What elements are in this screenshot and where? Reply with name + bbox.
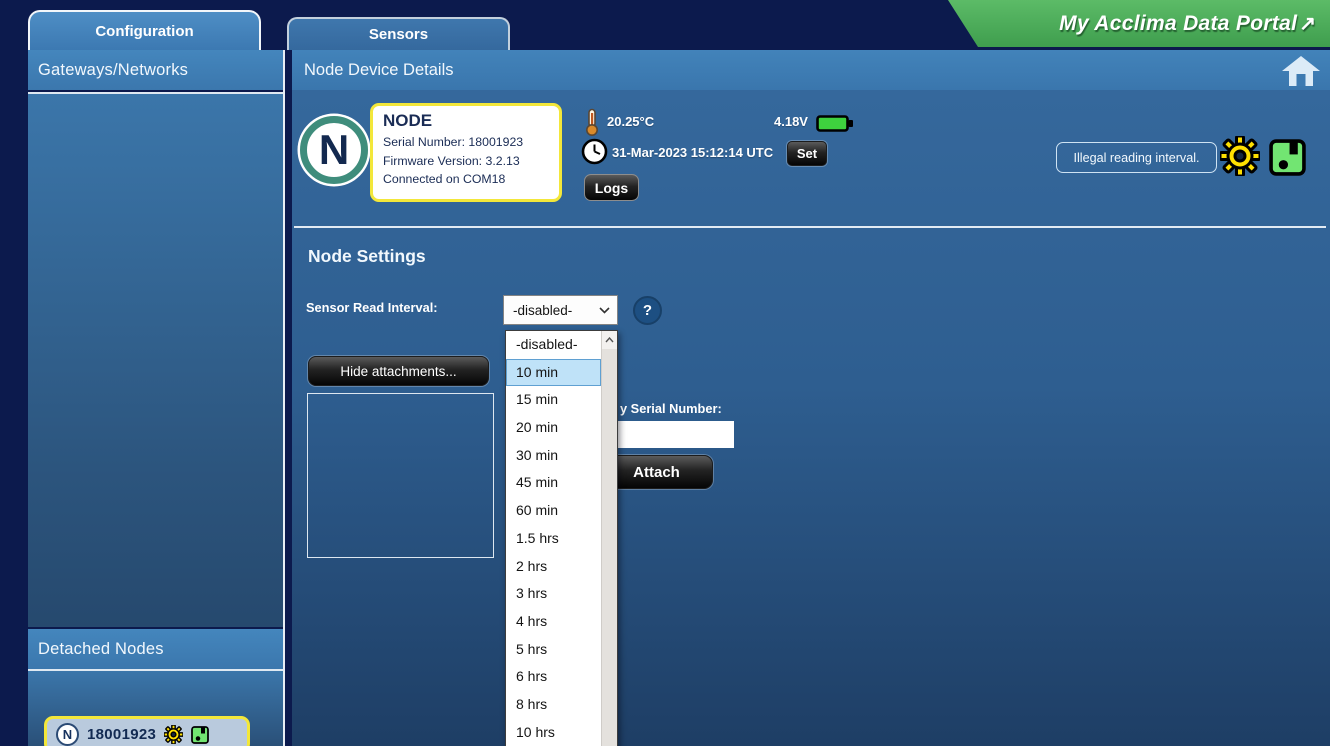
serial-number-label: y Serial Number:	[620, 401, 722, 416]
node-settings-title: Node Settings	[308, 246, 426, 267]
interval-option[interactable]: 1.5 hrs	[506, 525, 601, 553]
interval-dropdown-list: -disabled- 10 min 15 min 20 min 30 min 4…	[505, 330, 618, 749]
logs-button-label: Logs	[595, 180, 628, 196]
scrollbar-up-arrow-icon[interactable]	[602, 331, 617, 349]
node-save-icon[interactable]	[191, 726, 209, 744]
settings-gear-icon[interactable]	[1220, 136, 1260, 176]
detached-nodes-header: Detached Nodes	[28, 629, 283, 669]
tab-configuration-label: Configuration	[95, 23, 193, 40]
node-connection-line: Connected on COM18	[383, 170, 549, 189]
interval-option[interactable]: 20 min	[506, 414, 601, 442]
device-datetime: 31-Mar-2023 15:12:14 UTC	[612, 145, 773, 160]
dropdown-scrollbar[interactable]	[601, 331, 617, 749]
voltage-value: 4.18V	[774, 114, 808, 129]
brand-title: My Acclima Data Portal	[1059, 12, 1297, 36]
gateways-networks-header: Gateways/Networks	[28, 50, 283, 90]
save-icon[interactable]	[1269, 139, 1306, 176]
home-icon[interactable]	[1280, 55, 1322, 87]
node-name: NODE	[383, 111, 549, 131]
section-divider	[294, 226, 1326, 228]
temperature-value: 20.25°C	[607, 114, 654, 129]
interval-option[interactable]: 4 hrs	[506, 608, 601, 636]
node-logo-icon: N	[56, 723, 79, 746]
node-info-box: NODE Serial Number: 18001923 Firmware Ve…	[370, 103, 562, 202]
set-time-button[interactable]: Set	[787, 141, 827, 166]
interval-option[interactable]: 45 min	[506, 469, 601, 497]
interval-option[interactable]: 5 hrs	[506, 636, 601, 664]
node-logo-large-icon: N	[300, 116, 368, 184]
hide-attachments-label: Hide attachments...	[340, 364, 456, 379]
interval-option[interactable]: 3 hrs	[506, 580, 601, 608]
interval-option[interactable]: 10 hrs	[506, 719, 601, 747]
thermometer-icon	[584, 108, 600, 136]
detached-nodes-label: Detached Nodes	[38, 640, 164, 658]
gateways-networks-list[interactable]	[28, 92, 283, 627]
interval-option[interactable]: 60 min	[506, 497, 601, 525]
tab-sensors-label: Sensors	[369, 26, 428, 43]
brand-banner[interactable]: My Acclima Data Portal ↗	[948, 0, 1330, 47]
interval-option-highlighted[interactable]: 10 min	[506, 359, 601, 387]
detached-node-serial: 18001923	[87, 726, 156, 743]
main-body: N NODE Serial Number: 18001923 Firmware …	[292, 90, 1330, 746]
node-serial-line: Serial Number: 18001923	[383, 133, 549, 152]
external-link-arrow-icon: ↗	[1299, 11, 1316, 36]
interval-options: -disabled- 10 min 15 min 20 min 30 min 4…	[506, 331, 601, 749]
tab-sensors[interactable]: Sensors	[287, 17, 510, 50]
node-logo-letter: N	[319, 126, 349, 174]
sidebar: Gateways/Networks Detached Nodes N 18001…	[28, 50, 285, 746]
attach-button-label: Attach	[633, 464, 680, 481]
chevron-down-icon	[599, 307, 610, 314]
interval-option[interactable]: 6 hrs	[506, 663, 601, 691]
status-badge: Illegal reading interval.	[1056, 142, 1217, 173]
set-button-label: Set	[797, 146, 817, 161]
status-message: Illegal reading interval.	[1073, 151, 1199, 165]
help-icon[interactable]: ?	[633, 296, 662, 325]
detached-node-item[interactable]: N 18001923	[44, 716, 250, 749]
interval-option[interactable]: 30 min	[506, 442, 601, 470]
clock-icon	[581, 138, 608, 165]
sensor-read-interval-label: Sensor Read Interval:	[306, 300, 438, 315]
selected-interval-value: -disabled-	[513, 303, 572, 318]
attachments-list-box	[307, 393, 494, 558]
detached-nodes-list: N 18001923	[28, 669, 283, 746]
battery-icon	[816, 115, 854, 132]
node-firmware-line: Firmware Version: 3.2.13	[383, 152, 549, 171]
interval-option[interactable]: -disabled-	[506, 331, 601, 359]
gateways-networks-label: Gateways/Networks	[38, 61, 188, 79]
interval-option[interactable]: 2 hrs	[506, 553, 601, 581]
help-label: ?	[643, 302, 652, 319]
sensor-read-interval-select[interactable]: -disabled-	[503, 295, 618, 325]
app-window: Configuration Sensors My Acclima Data Po…	[0, 0, 1330, 749]
node-settings-gear-icon[interactable]	[164, 725, 183, 744]
hide-attachments-button[interactable]: Hide attachments...	[308, 356, 489, 386]
main-panel: Node Device Details N NODE Serial Number…	[292, 50, 1330, 746]
logs-button[interactable]: Logs	[584, 174, 639, 201]
node-device-details-header: Node Device Details	[292, 50, 1330, 90]
node-device-details-label: Node Device Details	[304, 61, 453, 79]
interval-option[interactable]: 15 min	[506, 386, 601, 414]
tab-configuration[interactable]: Configuration	[28, 10, 261, 50]
interval-option[interactable]: 8 hrs	[506, 691, 601, 719]
